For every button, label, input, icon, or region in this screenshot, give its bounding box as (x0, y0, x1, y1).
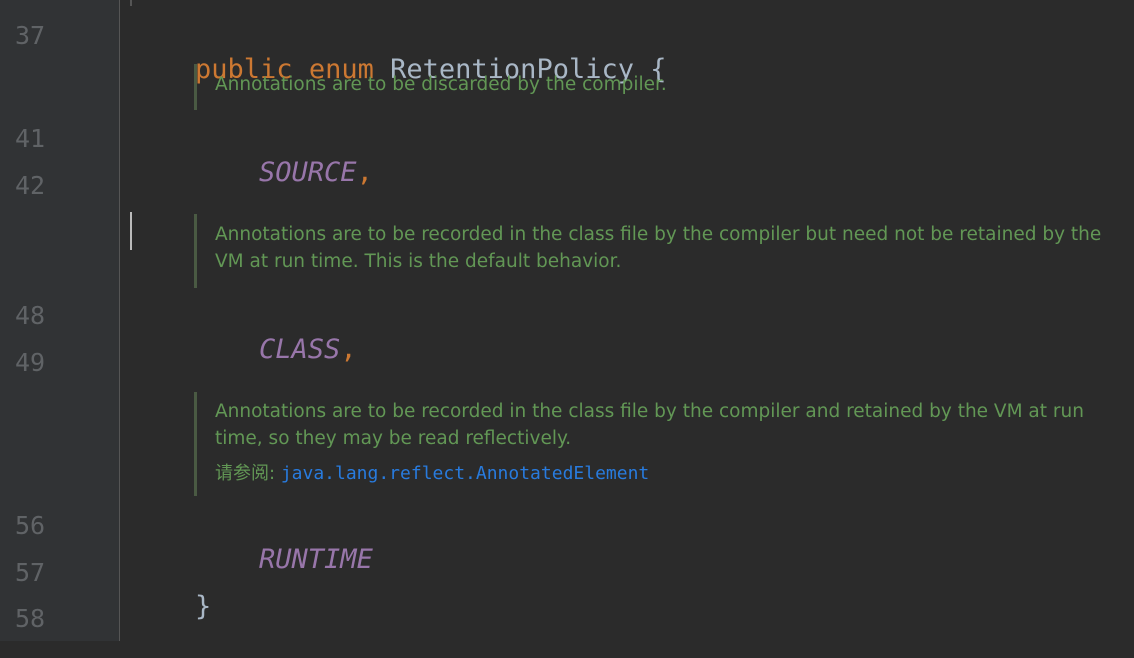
doc-text: Annotations are to be recorded in the cl… (215, 401, 1084, 449)
fold-marker (130, 0, 132, 6)
text-caret (130, 212, 132, 250)
close-brace: } (195, 591, 212, 622)
see-also: 请参阅: java.lang.reflect.AnnotatedElement (215, 460, 1115, 487)
line-number: 56 (15, 511, 46, 540)
enum-constant-line[interactable]: CLASS, (194, 299, 357, 401)
doc-comment-source: Annotations are to be discarded by the c… (194, 64, 667, 110)
line-number: 58 (15, 604, 46, 633)
line-number: 42 (15, 171, 46, 200)
line-number: 48 (15, 301, 46, 330)
code-editor[interactable]: 37 41 42 48 49 56 57 58 public enum Rete… (0, 0, 1134, 641)
line-number: 41 (15, 124, 46, 153)
comma: , (340, 334, 357, 365)
closing-brace-line[interactable]: } (130, 556, 211, 658)
enum-constant-line[interactable]: RUNTIME (194, 509, 373, 611)
enum-constant-runtime: RUNTIME (259, 544, 373, 575)
see-also-label: 请参阅: (215, 463, 276, 484)
enum-constant-class: CLASS (259, 334, 341, 365)
line-number: 49 (15, 348, 46, 377)
doc-comment-class: Annotations are to be recorded in the cl… (194, 214, 1115, 288)
doc-text: Annotations are to be recorded in the cl… (215, 224, 1102, 272)
enum-constant-source: SOURCE (259, 157, 357, 188)
doc-text: Annotations are to be discarded by the c… (215, 74, 667, 95)
line-number: 37 (15, 21, 46, 50)
line-number-gutter: 37 41 42 48 49 56 57 58 (0, 0, 120, 641)
comma: , (356, 157, 373, 188)
enum-constant-line[interactable]: SOURCE, (194, 122, 373, 224)
line-number: 57 (15, 558, 46, 587)
doc-comment-runtime: Annotations are to be recorded in the cl… (194, 392, 1115, 496)
see-also-link[interactable]: java.lang.reflect.AnnotatedElement (281, 463, 649, 484)
